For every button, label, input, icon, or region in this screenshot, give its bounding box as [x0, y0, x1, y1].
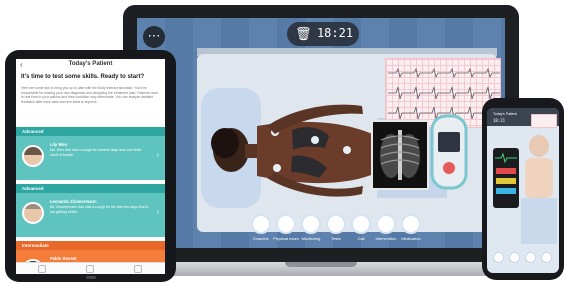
patient-description: Ms. Wen has had a cough for several days… [50, 148, 142, 157]
chevron-right-icon: › [156, 209, 159, 216]
tests-icon[interactable] [326, 214, 346, 234]
tablet-title: Today's Patient [68, 61, 113, 67]
call-icon[interactable] [351, 214, 371, 234]
intervention-icon[interactable] [376, 214, 396, 234]
vitals-readout [495, 152, 517, 194]
patient-name: Leonardo Zimmermann [50, 199, 97, 204]
chevron-right-icon: › [156, 152, 159, 159]
trash-icon[interactable]: 🗑 [295, 26, 312, 42]
phone-title: Today's Patient [493, 112, 517, 116]
laptop-notch [285, 262, 357, 267]
medication-icon[interactable] [401, 214, 421, 234]
cases-icon[interactable] [86, 265, 94, 273]
physical-exam-icon[interactable] [276, 214, 296, 234]
phone-screen: Today's Patient 18:21 [487, 108, 559, 273]
timer-display: 18:21 [316, 26, 354, 40]
case-level-label: Intermediate [16, 241, 165, 250]
medication-icon[interactable] [541, 252, 552, 263]
case-level-label: Advanced [16, 127, 165, 136]
chest-xray[interactable] [371, 120, 429, 190]
patient-avatar [22, 202, 44, 224]
intro-heading: It's time to test some skills. Ready to … [21, 74, 145, 80]
tablet-header: ‹ Today's Patient [16, 59, 165, 71]
tool-label-medication: Medication [401, 236, 421, 241]
glucometer-device[interactable] [430, 114, 468, 194]
phone-timer: 18:21 [493, 118, 506, 123]
tablet-tab-bar [16, 262, 165, 274]
phone-toolbar [491, 252, 557, 266]
tests-icon[interactable] [525, 252, 536, 263]
xray-image [380, 130, 420, 180]
tablet-screen: ‹ Today's Patient It's time to test some… [16, 59, 165, 272]
profile-icon[interactable] [134, 265, 142, 273]
action-toolbar: Examine Physical exam Monitoring Tests C… [235, 214, 425, 248]
phone-vitals-monitor[interactable] [493, 148, 519, 208]
home-indicator [86, 276, 96, 279]
monitoring-icon[interactable] [509, 252, 520, 263]
examine-icon[interactable] [251, 214, 271, 234]
home-icon[interactable] [38, 265, 46, 273]
case-card[interactable]: Lily Wen Ms. Wen has had a cough for sev… [16, 136, 165, 180]
laptop-display: 🗑 18:21 ⋯ ⤢ ⤡ Examine Physical exam Moni… [137, 18, 505, 248]
intro-body: Here are some tips to bring you up to da… [21, 86, 159, 104]
patient-description: Mr. Zimmermann has had a cough for the l… [50, 205, 149, 214]
menu-icon[interactable]: ⋯ [143, 26, 165, 48]
marketing-device-composition: 🗑 18:21 ⋯ ⤢ ⤡ Examine Physical exam Moni… [0, 0, 566, 287]
patient-name: Pablo Rosset [50, 256, 77, 261]
monitoring-icon[interactable] [301, 214, 321, 234]
case-level-label: Advanced [16, 184, 165, 193]
patient-name: Lily Wen [50, 142, 68, 147]
case-card[interactable]: Leonardo Zimmermann Mr. Zimmermann has h… [16, 193, 165, 237]
phone-ecg-strip[interactable] [531, 114, 557, 128]
phone-patient-figure[interactable] [519, 134, 559, 244]
examine-icon[interactable] [493, 252, 504, 263]
patient-avatar [22, 145, 44, 167]
